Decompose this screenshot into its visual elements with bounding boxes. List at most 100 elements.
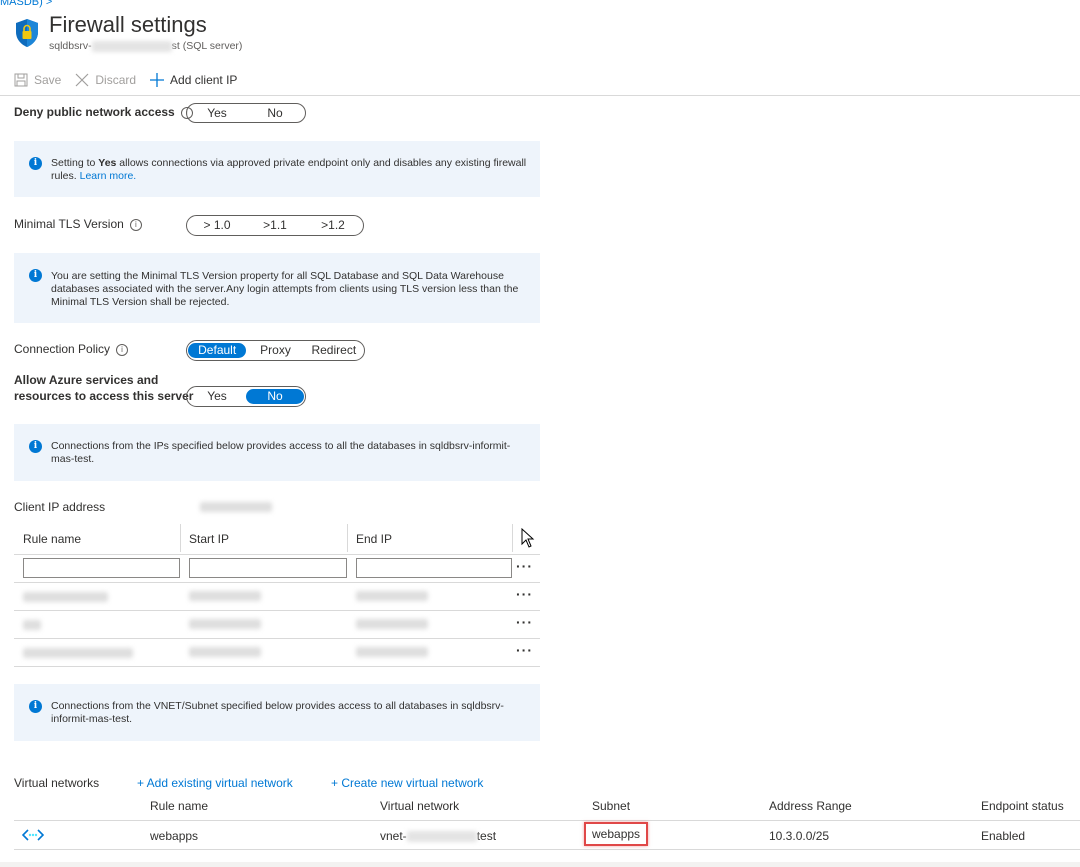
- redacted-cell: [189, 619, 261, 629]
- redacted-cell: [23, 620, 41, 630]
- tls-label: Minimal TLS Version i: [14, 217, 142, 231]
- table-row[interactable]: ···: [14, 611, 540, 638]
- vnet-address-range: 10.3.0.0/25: [769, 829, 830, 843]
- rule-name-input[interactable]: [23, 558, 180, 578]
- connection-policy-redirect[interactable]: Redirect: [305, 343, 363, 358]
- info-banner-deny-public: i Setting to Yes allows connections via …: [14, 141, 540, 197]
- horizontal-scrollbar[interactable]: [0, 862, 1080, 867]
- allow-azure-yes[interactable]: Yes: [188, 389, 246, 404]
- deny-public-yes[interactable]: Yes: [188, 106, 246, 121]
- client-ip-value: [200, 502, 272, 512]
- column-separator[interactable]: [512, 524, 513, 552]
- add-existing-vnet-link[interactable]: + Add existing virtual network: [137, 776, 293, 790]
- subtitle-prefix: sqldbsrv-: [49, 40, 92, 52]
- discard-button[interactable]: Discard: [75, 73, 136, 87]
- connection-policy-proxy[interactable]: Proxy: [246, 343, 304, 358]
- more-icon[interactable]: ···: [516, 614, 533, 630]
- info-icon: i: [29, 440, 42, 453]
- table-row-new: ···: [14, 555, 540, 582]
- tls-option-1-0[interactable]: > 1.0: [188, 218, 246, 233]
- subnet-highlight: webapps: [584, 822, 649, 846]
- mouse-cursor-icon: [521, 527, 535, 551]
- table-header: Rule name Start IP End IP: [14, 524, 540, 554]
- allow-azure-no[interactable]: No: [246, 389, 304, 404]
- learn-more-link[interactable]: Learn more.: [80, 170, 137, 182]
- create-new-vnet-link[interactable]: + Create new virtual network: [331, 776, 483, 790]
- info-banner-tls: i You are setting the Minimal TLS Versio…: [14, 253, 540, 323]
- column-header-start-ip[interactable]: Start IP: [189, 532, 229, 546]
- info3-text: Connections from the IPs specified below…: [51, 440, 511, 465]
- vnet-table-row[interactable]: webapps vnet-test webapps 10.3.0.0/25 En…: [0, 821, 1080, 849]
- allow-azure-toggle: Yes No: [186, 386, 306, 407]
- redacted-cell: [23, 648, 133, 658]
- add-client-ip-label: Add client IP: [170, 73, 238, 87]
- connection-policy-label: Connection Policy i: [14, 342, 129, 356]
- redacted-cell: [356, 591, 428, 601]
- deny-public-label: Deny public network access i: [14, 105, 193, 119]
- redacted-cell: [356, 647, 428, 657]
- info-icon: i: [29, 700, 42, 713]
- info2-text: You are setting the Minimal TLS Version …: [51, 270, 519, 308]
- info4-text: Connections from the VNET/Subnet specifi…: [51, 700, 504, 725]
- vnet-name-prefix: vnet-: [380, 829, 407, 843]
- more-icon[interactable]: ···: [516, 642, 533, 658]
- vnet-name: vnet-test: [380, 829, 496, 843]
- info-icon: i: [29, 157, 42, 170]
- vnet-header-subnet[interactable]: Subnet: [592, 799, 630, 813]
- allow-azure-label-line1: Allow Azure services and: [14, 373, 159, 387]
- save-icon: [14, 73, 28, 87]
- vnet-header-rule-name[interactable]: Rule name: [150, 799, 208, 813]
- vnet-header-virtual-network[interactable]: Virtual network: [380, 799, 459, 813]
- toolbar-divider: [0, 95, 1080, 96]
- column-header-rule-name[interactable]: Rule name: [23, 532, 81, 546]
- row-divider: [14, 849, 1080, 850]
- save-button[interactable]: Save: [14, 73, 61, 87]
- redacted-cell: [189, 647, 261, 657]
- start-ip-input[interactable]: [189, 558, 347, 578]
- vnet-header-endpoint-status[interactable]: Endpoint status: [981, 799, 1064, 813]
- page-subtitle: sqldbsrv-st (SQL server): [49, 40, 242, 52]
- command-bar: Save Discard Add client IP: [14, 70, 237, 90]
- virtual-network-icon: [21, 828, 45, 845]
- redacted-text: [406, 831, 477, 843]
- breadcrumb[interactable]: MASDB) >: [0, 0, 52, 8]
- table-row[interactable]: ···: [14, 583, 540, 610]
- tls-toggle: > 1.0 >1.1 >1.2: [186, 215, 364, 236]
- redacted-cell: [189, 591, 261, 601]
- table-row[interactable]: ···: [14, 639, 540, 666]
- vnet-name-suffix: test: [476, 829, 497, 843]
- tls-option-1-1[interactable]: >1.1: [246, 218, 304, 233]
- discard-label: Discard: [95, 73, 137, 87]
- more-icon[interactable]: ···: [516, 558, 533, 574]
- plus-icon: [150, 73, 165, 87]
- info-icon: i: [29, 269, 42, 282]
- add-client-ip-button[interactable]: Add client IP: [150, 73, 237, 87]
- vnet-header-address-range[interactable]: Address Range: [769, 799, 852, 813]
- connection-policy-default[interactable]: Default: [188, 343, 247, 358]
- allow-azure-label: Allow Azure services and resources to ac…: [14, 372, 193, 404]
- virtual-networks-label: Virtual networks: [14, 776, 100, 790]
- column-header-end-ip[interactable]: End IP: [356, 532, 392, 546]
- deny-public-label-text: Deny public network access: [14, 105, 175, 119]
- end-ip-input[interactable]: [356, 558, 512, 578]
- connection-policy-label-text: Connection Policy: [14, 342, 111, 356]
- tls-option-1-2[interactable]: >1.2: [304, 218, 362, 233]
- info-icon[interactable]: i: [116, 343, 129, 356]
- row-divider: [14, 666, 540, 667]
- save-label: Save: [34, 73, 62, 87]
- allow-azure-label-line2: resources to access this server: [14, 389, 194, 403]
- info1-bold: Yes: [98, 157, 117, 169]
- column-separator[interactable]: [180, 524, 181, 552]
- page-title: Firewall settings: [49, 12, 207, 37]
- info-icon[interactable]: i: [129, 218, 142, 231]
- deny-public-no[interactable]: No: [246, 106, 304, 121]
- vnet-subnet: webapps: [592, 827, 641, 841]
- redacted-cell: [356, 619, 428, 629]
- info-banner-ips: i Connections from the IPs specified bel…: [14, 424, 540, 481]
- subtitle-suffix: st (SQL server): [171, 40, 243, 52]
- column-separator[interactable]: [347, 524, 348, 552]
- shield-lock-icon: [14, 18, 40, 48]
- tls-label-text: Minimal TLS Version: [14, 217, 124, 231]
- redacted-cell: [23, 592, 108, 602]
- more-icon[interactable]: ···: [516, 586, 533, 602]
